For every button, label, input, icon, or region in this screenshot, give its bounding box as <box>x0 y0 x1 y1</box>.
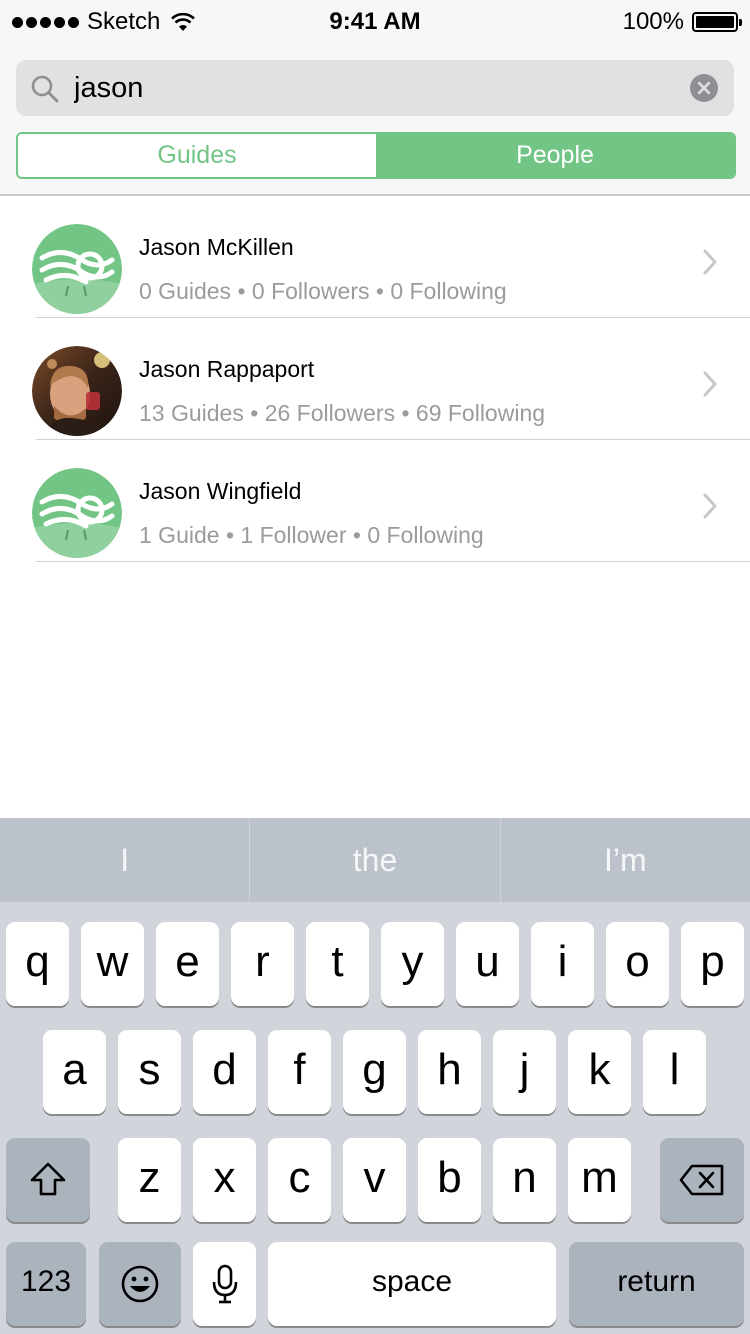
key-q[interactable]: q <box>6 922 69 1006</box>
keyboard: I the I’m q w e r t y u i o p a s d f g … <box>0 818 750 1334</box>
battery-icon <box>692 12 742 32</box>
key-a[interactable]: a <box>43 1030 106 1114</box>
key-c[interactable]: c <box>268 1138 331 1222</box>
key-y[interactable]: y <box>381 922 444 1006</box>
microphone-icon <box>212 1264 237 1304</box>
search-bar[interactable] <box>16 60 734 116</box>
key-i[interactable]: i <box>531 922 594 1006</box>
space-key[interactable]: space <box>268 1242 556 1326</box>
person-name: Jason Rappaport <box>139 356 315 382</box>
numbers-key[interactable]: 123 <box>6 1242 86 1326</box>
status-bar: Sketch 9:41 AM 100% <box>0 0 750 40</box>
people-results-list: Jason McKillen 0 Guides • 0 Followers • … <box>0 196 750 562</box>
list-item[interactable]: Jason Rappaport 13 Guides • 26 Followers… <box>0 318 750 440</box>
key-s[interactable]: s <box>118 1030 181 1114</box>
chevron-right-icon <box>703 249 717 275</box>
battery-percent: 100% <box>622 8 684 35</box>
key-p[interactable]: p <box>681 922 744 1006</box>
segment-guides[interactable]: Guides <box>18 134 376 177</box>
battery-indicator: 100% <box>622 8 742 36</box>
key-g[interactable]: g <box>343 1030 406 1114</box>
row-divider <box>36 561 750 562</box>
person-stats: 0 Guides • 0 Followers • 0 Following <box>139 278 507 304</box>
return-key[interactable]: return <box>569 1242 744 1326</box>
shift-arrow-icon <box>30 1162 66 1196</box>
photo-avatar <box>32 346 122 436</box>
key-v[interactable]: v <box>343 1138 406 1222</box>
key-r[interactable]: r <box>231 922 294 1006</box>
key-t[interactable]: t <box>306 922 369 1006</box>
prediction-suggestion[interactable]: I’m <box>501 818 750 902</box>
key-z[interactable]: z <box>118 1138 181 1222</box>
prediction-suggestion[interactable]: I <box>0 818 251 902</box>
close-icon <box>697 81 711 95</box>
backspace-icon <box>679 1164 724 1196</box>
delete-key[interactable] <box>660 1138 744 1222</box>
emoji-icon <box>121 1265 159 1303</box>
shift-key[interactable] <box>6 1138 90 1222</box>
key-k[interactable]: k <box>568 1030 631 1114</box>
search-header: Guides People <box>0 40 750 196</box>
key-j[interactable]: j <box>493 1030 556 1114</box>
key-e[interactable]: e <box>156 922 219 1006</box>
key-f[interactable]: f <box>268 1030 331 1114</box>
key-n[interactable]: n <box>493 1138 556 1222</box>
emoji-key[interactable] <box>99 1242 181 1326</box>
key-u[interactable]: u <box>456 922 519 1006</box>
search-input[interactable] <box>74 60 674 116</box>
chevron-right-icon <box>703 371 717 397</box>
key-o[interactable]: o <box>606 922 669 1006</box>
key-w[interactable]: w <box>81 922 144 1006</box>
knot-logo-avatar <box>32 224 122 314</box>
key-m[interactable]: m <box>568 1138 631 1222</box>
clear-search-button[interactable] <box>690 74 718 102</box>
segment-people[interactable]: People <box>376 134 734 177</box>
key-h[interactable]: h <box>418 1030 481 1114</box>
key-d[interactable]: d <box>193 1030 256 1114</box>
dictation-key[interactable] <box>193 1242 256 1326</box>
person-name: Jason McKillen <box>139 234 294 260</box>
predictive-bar: I the I’m <box>0 818 750 902</box>
person-stats: 1 Guide • 1 Follower • 0 Following <box>139 522 484 548</box>
knot-logo-avatar <box>32 468 122 558</box>
search-icon <box>31 75 59 103</box>
segmented-control: Guides People <box>16 132 736 179</box>
key-l[interactable]: l <box>643 1030 706 1114</box>
chevron-right-icon <box>703 493 717 519</box>
list-item[interactable]: Jason McKillen 0 Guides • 0 Followers • … <box>0 196 750 318</box>
key-b[interactable]: b <box>418 1138 481 1222</box>
prediction-suggestion[interactable]: the <box>250 818 501 902</box>
person-stats: 13 Guides • 26 Followers • 69 Following <box>139 400 546 426</box>
list-item[interactable]: Jason Wingfield 1 Guide • 1 Follower • 0… <box>0 440 750 562</box>
person-name: Jason Wingfield <box>139 478 302 504</box>
key-x[interactable]: x <box>193 1138 256 1222</box>
